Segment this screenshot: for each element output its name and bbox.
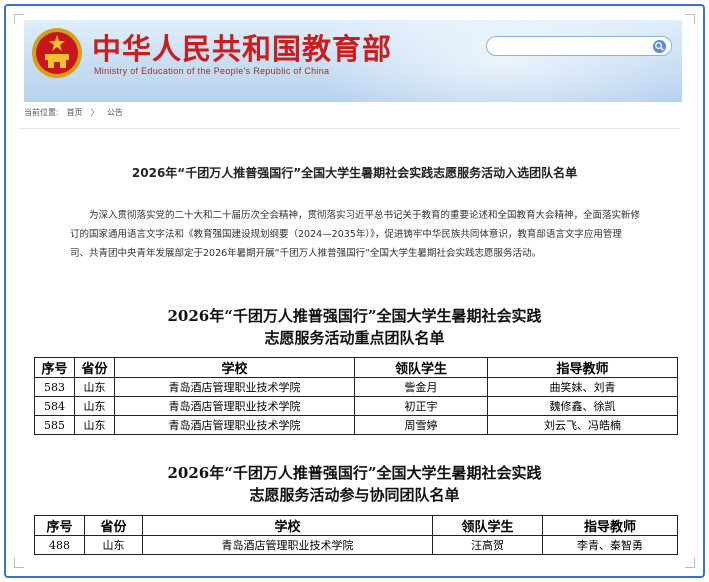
breadcrumb: 当前位置: 首页 〉 公告 (24, 107, 129, 118)
cell-school: 青岛酒店管理职业技术学院 (142, 535, 433, 555)
column-header: 学校 (142, 515, 433, 536)
crop-mark (685, 14, 695, 24)
cell-index: 584 (34, 396, 75, 416)
cell-teachers: 曲笑妹、刘青 (487, 377, 678, 397)
cell-teachers: 魏修鑫、徐凯 (487, 396, 678, 416)
cell-school: 青岛酒店管理职业技术学院 (114, 396, 355, 416)
section2-title-line2: 志愿服务活动参与协同团队名单 (249, 486, 460, 504)
column-header: 领队学生 (354, 357, 488, 378)
search-icon[interactable] (652, 39, 667, 54)
column-header: 省份 (74, 357, 115, 378)
section1-title: 2026年“千团万人推普强国行”全国大学生暑期社会实践 志愿服务活动重点团队名单 (0, 305, 709, 349)
cell-province: 山东 (74, 415, 115, 435)
site-subtitle: Ministry of Education of the People's Re… (94, 66, 330, 76)
crop-mark (685, 558, 695, 568)
cell-leader: 周雪婷 (354, 415, 488, 435)
search-input[interactable] (486, 36, 672, 56)
cell-leader: 汪高贺 (432, 535, 543, 555)
column-header: 领队学生 (432, 515, 543, 536)
cell-leader: 訾金月 (354, 377, 488, 397)
column-header: 指导教师 (487, 357, 678, 378)
cell-index: 488 (34, 535, 85, 555)
cell-index: 583 (34, 377, 75, 397)
table-header-row: 序号 省份 学校 领队学生 指导教师 (34, 515, 678, 536)
column-header: 省份 (84, 515, 143, 536)
column-header: 指导教师 (542, 515, 678, 536)
cell-province: 山东 (74, 377, 115, 397)
section1-title-line2: 志愿服务活动重点团队名单 (264, 329, 445, 347)
site-title: 中华人民共和国教育部 (92, 32, 393, 66)
key-team-table: 序号 省份 学校 领队学生 指导教师 583 山东 青岛酒店管理职业技术学院 訾… (34, 357, 678, 435)
breadcrumb-current: 公告 (106, 108, 123, 117)
column-header: 学校 (114, 357, 355, 378)
collaborative-team-table: 序号 省份 学校 领队学生 指导教师 488 山东 青岛酒店管理职业技术学院 汪… (34, 515, 678, 555)
cell-index: 585 (34, 415, 75, 435)
crop-mark (14, 558, 24, 568)
cell-teachers: 刘云飞、冯皓楠 (487, 415, 678, 435)
table-row: 584 山东 青岛酒店管理职业技术学院 初正宇 魏修鑫、徐凯 (34, 396, 678, 416)
cell-school: 青岛酒店管理职业技术学院 (114, 415, 355, 435)
cell-province: 山东 (74, 396, 115, 416)
crop-mark (14, 14, 24, 24)
national-emblem-icon (32, 28, 82, 78)
breadcrumb-prefix: 当前位置: (24, 108, 59, 117)
table-row: 585 山东 青岛酒店管理职业技术学院 周雪婷 刘云飞、冯皓楠 (34, 415, 678, 435)
site-header: 中华人民共和国教育部 Ministry of Education of the … (24, 20, 682, 102)
cell-province: 山东 (84, 535, 143, 555)
table-row: 583 山东 青岛酒店管理职业技术学院 訾金月 曲笑妹、刘青 (34, 377, 678, 397)
cell-school: 青岛酒店管理职业技术学院 (114, 377, 355, 397)
section2-title-line1: 2026年“千团万人推普强国行”全国大学生暑期社会实践 (167, 464, 542, 482)
breadcrumb-separator: 〉 (90, 108, 99, 117)
divider (20, 128, 680, 129)
cell-teachers: 李青、秦智勇 (542, 535, 678, 555)
breadcrumb-home-link[interactable]: 首页 (66, 108, 82, 117)
cell-leader: 初正宇 (354, 396, 488, 416)
table-row: 488 山东 青岛酒店管理职业技术学院 汪高贺 李青、秦智勇 (34, 535, 678, 555)
notice-title: 2026年“千团万人推普强国行”全国大学生暑期社会实践志愿服务活动入选团队名单 (131, 166, 578, 180)
column-header: 序号 (34, 515, 85, 536)
table-header-row: 序号 省份 学校 领队学生 指导教师 (34, 357, 678, 378)
section2-title: 2026年“千团万人推普强国行”全国大学生暑期社会实践 志愿服务活动参与协同团队… (0, 462, 709, 506)
section1-title-line1: 2026年“千团万人推普强国行”全国大学生暑期社会实践 (167, 307, 542, 325)
notice-body: 为深入贯彻落实党的二十大和二十届历次全会精神，贯彻落实习近平总书记关于教育的重要… (70, 210, 641, 259)
column-header: 序号 (34, 357, 75, 378)
